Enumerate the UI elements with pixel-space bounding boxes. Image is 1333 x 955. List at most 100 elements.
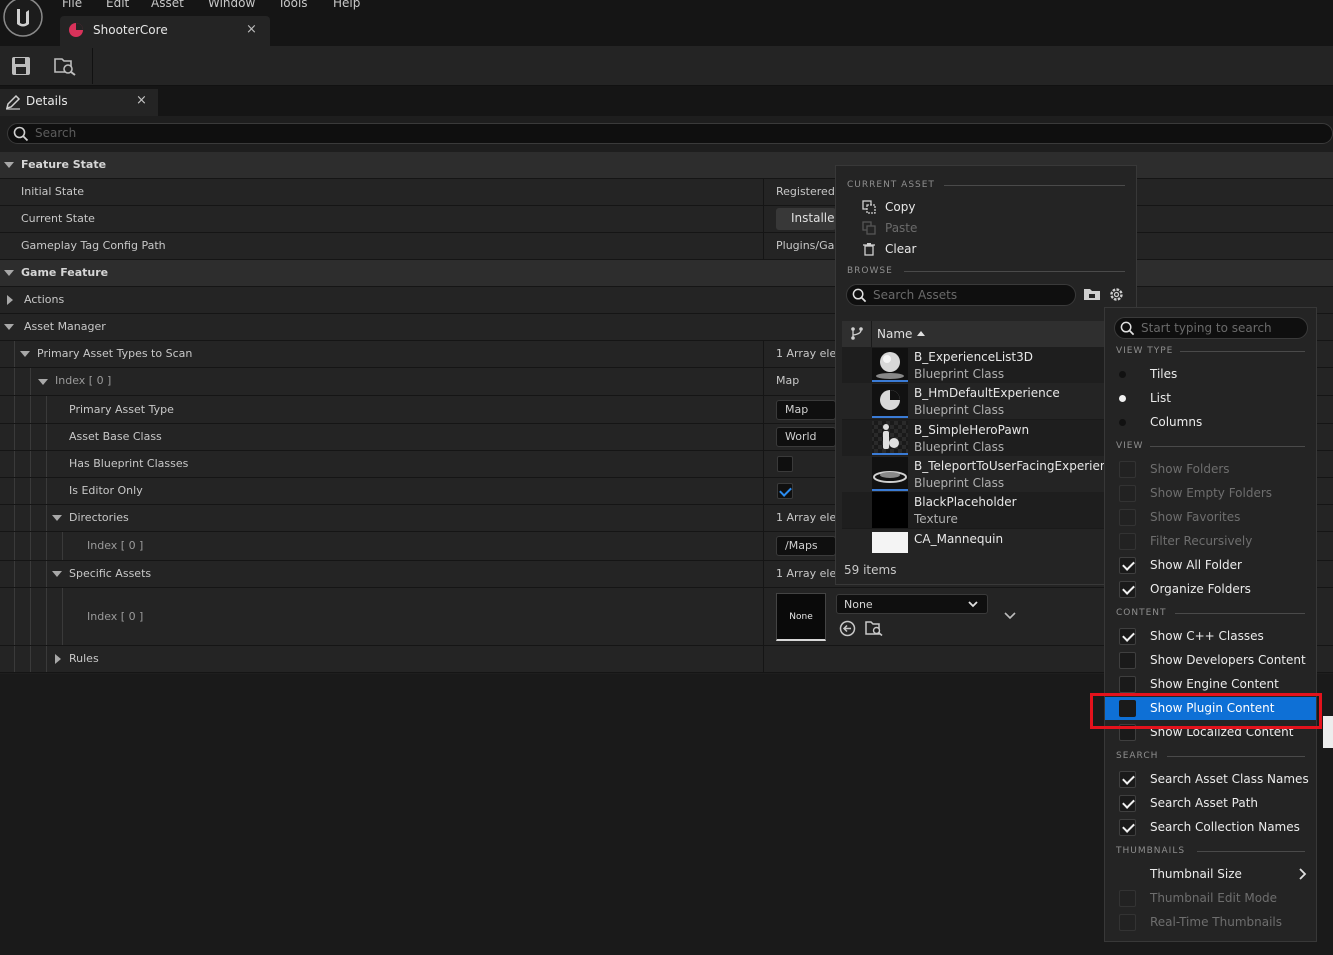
realtime-thumbnails-option[interactable]: Real-Time Thumbnails <box>1105 910 1316 934</box>
tab-shootercore[interactable]: ShooterCore × <box>60 16 270 46</box>
column-splitter[interactable] <box>763 233 764 259</box>
indent-guide <box>46 424 47 450</box>
branch-icon[interactable] <box>850 326 864 343</box>
paste-menu-item[interactable]: Paste <box>885 221 917 235</box>
details-search-input[interactable]: Search <box>7 123 1333 144</box>
trash-icon <box>862 242 876 259</box>
column-splitter[interactable] <box>763 561 764 587</box>
current-state-button[interactable]: Installe <box>776 208 836 230</box>
show-favorites-option[interactable]: Show Favorites <box>1105 505 1316 529</box>
asset-search-input[interactable]: Search Assets <box>846 284 1076 306</box>
column-splitter[interactable] <box>763 646 764 672</box>
primary-asset-type-field[interactable]: Map <box>776 400 836 420</box>
indent-guide <box>14 505 15 531</box>
column-splitter[interactable] <box>763 532 764 560</box>
indent-guide <box>30 478 31 504</box>
item-label: Columns <box>1150 415 1203 429</box>
chevron-down-icon[interactable] <box>1003 610 1017 625</box>
chevron-right-icon <box>1298 868 1308 883</box>
menu-window[interactable]: Window <box>208 0 255 10</box>
column-splitter[interactable] <box>763 341 764 367</box>
list-item[interactable]: B_ExperienceList3D Blueprint Class <box>842 347 1112 383</box>
unreal-logo-icon[interactable] <box>2 0 44 38</box>
menu-tools[interactable]: Tools <box>278 0 308 10</box>
view-type-tiles[interactable]: Tiles <box>1105 362 1316 386</box>
view-type-list[interactable]: List <box>1105 386 1316 410</box>
tab-details[interactable]: Details × <box>0 89 158 116</box>
search-icon <box>852 288 867 306</box>
section-divider <box>944 185 1125 186</box>
search-collection-names-option[interactable]: Search Collection Names <box>1105 815 1316 839</box>
browse-content-icon[interactable] <box>54 56 76 79</box>
show-developers-content-option[interactable]: Show Developers Content <box>1105 648 1316 672</box>
expand-arrow-icon[interactable] <box>55 654 61 664</box>
search-asset-path-option[interactable]: Search Asset Path <box>1105 791 1316 815</box>
menu-file[interactable]: File <box>62 0 82 10</box>
organize-folders-option[interactable]: Organize Folders <box>1105 577 1316 601</box>
is-editor-only-checkbox[interactable] <box>777 483 793 499</box>
indent-guide <box>14 588 15 645</box>
list-item[interactable]: CA_Mannequin <box>842 529 1112 553</box>
column-splitter[interactable] <box>763 368 764 395</box>
collapse-arrow-icon[interactable] <box>38 379 48 385</box>
item-label: Show Engine Content <box>1150 677 1279 691</box>
checkbox <box>1119 509 1136 526</box>
list-item[interactable]: BlackPlaceholder Texture <box>842 492 1112 528</box>
menu-help[interactable]: Help <box>333 0 360 10</box>
indent-guide <box>30 424 31 450</box>
settings-search-input[interactable]: Start typing to search <box>1114 317 1308 339</box>
column-splitter[interactable] <box>763 396 764 423</box>
tab-label: Details <box>26 94 68 108</box>
asset-picker-combo[interactable]: None <box>836 594 988 614</box>
collapse-arrow-icon[interactable] <box>52 571 62 577</box>
use-selected-icon[interactable] <box>839 620 856 640</box>
filter-recursively-option[interactable]: Filter Recursively <box>1105 529 1316 553</box>
column-header-name[interactable]: Name <box>877 327 912 341</box>
list-item[interactable]: B_SimpleHeroPawn Blueprint Class <box>842 420 1112 456</box>
save-icon[interactable] <box>11 56 31 79</box>
gear-icon[interactable] <box>1108 286 1125 306</box>
show-empty-folders-option[interactable]: Show Empty Folders <box>1105 481 1316 505</box>
column-splitter[interactable] <box>763 478 764 504</box>
clear-menu-item[interactable]: Clear <box>885 242 916 256</box>
show-folders-option[interactable]: Show Folders <box>1105 457 1316 481</box>
folder-icon[interactable] <box>1083 287 1101 305</box>
thumbnail-edit-mode-option[interactable]: Thumbnail Edit Mode <box>1105 886 1316 910</box>
indent-guide <box>14 532 15 560</box>
column-splitter[interactable] <box>763 451 764 477</box>
menu-asset[interactable]: Asset <box>151 0 184 10</box>
column-splitter[interactable] <box>763 206 764 232</box>
list-item[interactable]: B_HmDefaultExperience Blueprint Class <box>842 383 1112 419</box>
column-splitter[interactable] <box>763 588 764 645</box>
asset-type: Blueprint Class <box>914 367 1005 381</box>
collapse-arrow-icon[interactable] <box>52 515 62 521</box>
property-label: Asset Manager <box>24 320 106 333</box>
browse-asset-icon[interactable] <box>865 620 883 639</box>
directory-path-field[interactable]: /Maps <box>776 536 836 556</box>
collapse-arrow-icon[interactable] <box>20 351 30 357</box>
has-blueprint-classes-checkbox[interactable] <box>777 456 793 472</box>
thumbnail-size-submenu[interactable]: Thumbnail Size <box>1105 862 1316 886</box>
copy-menu-item[interactable]: Copy <box>885 200 915 214</box>
view-type-columns[interactable]: Columns <box>1105 410 1316 434</box>
category-label: Feature State <box>21 158 107 171</box>
property-label: Current State <box>21 212 95 225</box>
property-label: Primary Asset Types to Scan <box>37 347 193 360</box>
close-tab-icon[interactable]: × <box>246 22 257 37</box>
sort-ascending-icon <box>917 331 925 336</box>
asset-thumbnail[interactable]: None <box>776 593 826 641</box>
checkbox <box>1119 581 1136 598</box>
search-asset-class-names-option[interactable]: Search Asset Class Names <box>1105 767 1316 791</box>
collapse-arrow-icon[interactable] <box>4 324 14 330</box>
close-details-icon[interactable]: × <box>136 93 147 108</box>
expand-arrow-icon[interactable] <box>7 295 13 305</box>
list-item[interactable]: B_TeleportToUserFacingExperience Bluepri… <box>842 456 1112 492</box>
checkbox <box>1119 652 1136 669</box>
show-all-folder-option[interactable]: Show All Folder <box>1105 553 1316 577</box>
column-splitter[interactable] <box>763 179 764 205</box>
show-cpp-classes-option[interactable]: Show C++ Classes <box>1105 624 1316 648</box>
asset-base-class-field[interactable]: World <box>776 427 836 447</box>
column-splitter[interactable] <box>763 424 764 450</box>
menu-edit[interactable]: Edit <box>106 0 129 10</box>
column-splitter[interactable] <box>763 505 764 531</box>
